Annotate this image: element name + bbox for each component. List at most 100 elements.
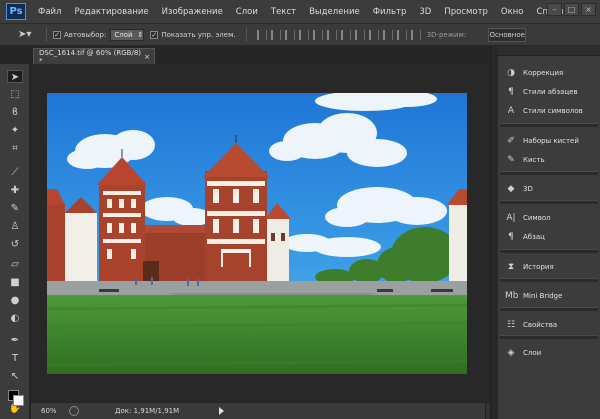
brush-tool-icon[interactable]: ✎ — [7, 202, 23, 215]
align-top-icon[interactable] — [256, 29, 267, 40]
close-tab-icon[interactable]: × — [144, 53, 150, 61]
brush-presets-icon: ✐ — [507, 136, 515, 146]
eyedropper-tool-icon[interactable]: ⟋ — [7, 166, 23, 179]
status-menu-arrow-icon[interactable] — [219, 407, 225, 415]
panel-label: Свойства — [523, 321, 558, 329]
canvas-area[interactable] — [31, 64, 497, 402]
path-selection-tool-icon[interactable]: ↖ — [7, 370, 23, 383]
align-right-icon[interactable] — [326, 29, 337, 40]
panel-button-layers[interactable]: ◈ Слои — [498, 344, 600, 362]
align-vcenter-icon[interactable] — [270, 29, 281, 40]
status-icon[interactable] — [69, 406, 79, 416]
distribute-left-icon[interactable] — [382, 29, 393, 40]
menu-item[interactable]: Текст — [271, 7, 296, 17]
lasso-tool-icon[interactable]: ϐ — [7, 106, 23, 119]
close-button[interactable]: × — [581, 3, 596, 16]
paragraph-styles-icon: ¶ — [508, 87, 514, 97]
distribute-bottom-icon[interactable] — [368, 29, 379, 40]
dodge-tool-icon[interactable]: ◐ — [7, 312, 23, 325]
show-controls-label: Показать упр. элем. — [161, 30, 236, 39]
distribute-hcenter-icon[interactable] — [396, 29, 407, 40]
zoom-level[interactable]: 60% — [41, 407, 63, 415]
align-hcenter-icon[interactable] — [312, 29, 323, 40]
panel-group-separator — [500, 123, 598, 127]
align-bottom-icon[interactable] — [284, 29, 295, 40]
dock-header[interactable] — [498, 46, 600, 56]
panel-label: Кисть — [523, 156, 545, 164]
panel-button-character[interactable]: A| Символ — [498, 209, 600, 227]
magic-wand-tool-icon[interactable]: ✦ — [7, 124, 23, 137]
mini-bridge-icon: Mb — [505, 291, 519, 301]
move-tool-icon[interactable]: ➤ — [7, 70, 23, 83]
menu-item[interactable]: Выделение — [309, 7, 360, 17]
menu-item[interactable]: Окно — [501, 7, 524, 17]
panel-label: Символ — [523, 214, 551, 222]
panel-group-separator — [500, 335, 598, 339]
document-tab-bar: DSC_1614.tif @ 60% (RGB/8) * × — [0, 46, 497, 65]
menu-bar: Ps Файл Редактирование Изображение Слои Текс… — [0, 0, 600, 24]
menu-item[interactable]: Изображение — [162, 7, 223, 17]
panel-label: Абзац — [523, 233, 545, 241]
pen-tool-icon[interactable]: ✒ — [7, 334, 23, 347]
align-buttons — [256, 29, 421, 40]
blur-tool-icon[interactable]: ● — [7, 294, 23, 307]
history-icon: ⧗ — [507, 262, 515, 272]
healing-brush-tool-icon[interactable]: ✚ — [7, 184, 23, 197]
panel-group-separator — [500, 171, 598, 175]
show-controls-checkbox[interactable]: ✓ — [150, 30, 159, 39]
separator — [245, 27, 247, 42]
panel-button-history[interactable]: ⧗ История — [498, 258, 600, 276]
dock-collapse-strip[interactable] — [490, 46, 498, 419]
menu-item[interactable]: Файл — [38, 7, 61, 17]
crop-tool-icon[interactable]: ⌗ — [7, 142, 23, 155]
document-tab-title: DSC_1614.tif @ 60% (RGB/8) * — [39, 48, 142, 65]
panel-label: Наборы кистей — [523, 137, 579, 145]
panel-button-3d[interactable]: ◆ 3D — [498, 180, 600, 198]
menu-item[interactable]: Слои — [236, 7, 258, 17]
panel-button-properties[interactable]: ☷ Свойства — [498, 316, 600, 334]
tools-panel: ➤ ⬚ ϐ ✦ ⌗ ⟋ ✚ ✎ ♙ ↺ ▱ ■ ● ◐ ✒ T ↖ ✋ — [0, 46, 30, 419]
properties-icon: ☷ — [506, 320, 516, 330]
distribute-right-icon[interactable] — [410, 29, 421, 40]
background-color-swatch[interactable] — [13, 395, 24, 406]
document-tab[interactable]: DSC_1614.tif @ 60% (RGB/8) * × — [33, 48, 155, 65]
align-left-icon[interactable] — [298, 29, 309, 40]
menu-item[interactable]: Просмотр — [444, 7, 488, 17]
marquee-tool-icon[interactable]: ⬚ — [7, 88, 23, 101]
dropdown-arrow-icon: ⇕ — [137, 30, 144, 39]
panel-button-paragraph[interactable]: ¶ Абзац — [498, 228, 600, 246]
menu-item[interactable]: Редактирование — [74, 7, 148, 17]
move-tool-preset-icon[interactable]: ➤▾ — [18, 28, 40, 42]
panel-button-correction[interactable]: ◑ Коррекция — [498, 64, 600, 82]
distribute-top-icon[interactable] — [340, 29, 351, 40]
panel-button-mini-bridge[interactable]: Mb Mini Bridge — [498, 287, 600, 305]
character-icon: A| — [506, 213, 516, 223]
autoselect-value: Слой — [114, 30, 133, 39]
eraser-tool-icon[interactable]: ▱ — [7, 258, 23, 271]
autoselect-checkbox[interactable]: ✓ — [53, 30, 61, 39]
correction-icon: ◑ — [507, 68, 515, 78]
workspace-switcher[interactable]: Основное — [488, 27, 527, 42]
menu-item[interactable]: Фильтр — [373, 7, 407, 17]
menu-item[interactable]: 3D — [419, 7, 431, 17]
panel-button-brush-presets[interactable]: ✐ Наборы кистей — [498, 132, 600, 150]
panel-button-brush[interactable]: ✎ Кисть — [498, 151, 600, 169]
panel-label: Стили символов — [523, 107, 583, 115]
status-bar: 60% Док: 1,91M/1,91M — [31, 402, 497, 419]
history-brush-tool-icon[interactable]: ↺ — [7, 238, 23, 251]
gradient-tool-icon[interactable]: ■ — [7, 276, 23, 289]
distribute-vcenter-icon[interactable] — [354, 29, 365, 40]
document-image — [47, 93, 467, 374]
minimize-button[interactable]: – — [547, 3, 562, 16]
panel-button-character-styles[interactable]: A Стили символов — [498, 102, 600, 120]
autoselect-dropdown[interactable]: Слой ⇕ — [110, 28, 145, 41]
castle-photo — [47, 93, 467, 374]
type-tool-icon[interactable]: T — [7, 352, 23, 365]
window-controls: – □ × — [547, 3, 596, 16]
clone-stamp-tool-icon[interactable]: ♙ — [7, 220, 23, 233]
maximize-button[interactable]: □ — [564, 3, 579, 16]
panel-group-separator — [500, 307, 598, 311]
brush-icon: ✎ — [507, 155, 515, 165]
panel-button-paragraph-styles[interactable]: ¶ Стили абзацев — [498, 83, 600, 101]
panel-label: Стили абзацев — [523, 88, 578, 96]
